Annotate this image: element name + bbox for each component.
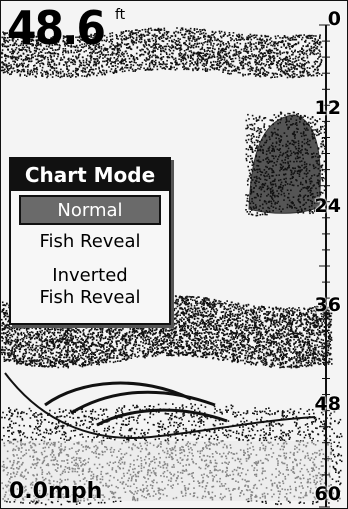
menu-item-inverted-line1: Inverted bbox=[52, 265, 128, 286]
bottom-contour-line bbox=[4, 372, 316, 439]
depth-unit: ft bbox=[115, 7, 126, 23]
depth-scale-label-60: 60 bbox=[314, 483, 341, 505]
depth-scale-label-36: 36 bbox=[314, 294, 341, 316]
depth-scale-label-24: 24 bbox=[314, 195, 341, 217]
depth-scale-label-48: 48 bbox=[314, 393, 341, 415]
depth-scale-label-0: 0 bbox=[327, 8, 341, 30]
chart-mode-title: Chart Mode bbox=[11, 159, 169, 191]
depth-scale-label-12: 12 bbox=[314, 97, 341, 119]
menu-item-inverted-fish-reveal[interactable]: Inverted Fish Reveal bbox=[11, 265, 169, 309]
sonar-screen: 48.6 ft 0 12 24 36 48 60 0.0mph Chart Mo… bbox=[0, 0, 348, 509]
chart-mode-menu: Chart Mode Normal Fish Reveal Inverted F… bbox=[9, 157, 171, 325]
menu-item-inverted-line2: Fish Reveal bbox=[39, 287, 141, 308]
depth-readout: 48.6 bbox=[7, 1, 106, 55]
speed-readout: 0.0mph bbox=[9, 479, 103, 504]
menu-item-fish-reveal[interactable]: Fish Reveal bbox=[11, 227, 169, 257]
menu-item-normal[interactable]: Normal bbox=[19, 195, 161, 225]
